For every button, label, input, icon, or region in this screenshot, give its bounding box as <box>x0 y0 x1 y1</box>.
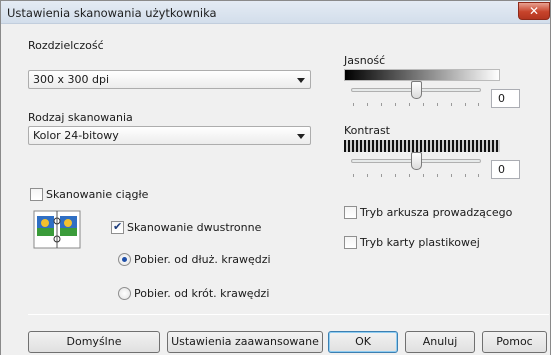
chevron-down-icon <box>297 78 305 83</box>
short-edge-radio[interactable] <box>118 287 131 300</box>
title-bar: Ustawienia skanowania użytkownika ✕ <box>1 1 550 24</box>
duplex-checkbox[interactable] <box>111 220 124 234</box>
resolution-label: Rozdzielczość <box>28 39 104 52</box>
long-edge-radio[interactable] <box>118 253 131 266</box>
continuous-scan-label: Skanowanie ciągłe <box>46 188 149 201</box>
short-edge-label: Pobier. od krót. krawędzi <box>134 287 270 300</box>
close-icon: ✕ <box>528 4 540 18</box>
brightness-label: Jasność <box>344 54 386 67</box>
carrier-sheet-checkbox[interactable] <box>344 206 357 219</box>
scan-type-value: Kolor 24-bitowy <box>33 129 119 142</box>
scan-type-select[interactable]: Kolor 24-bitowy <box>28 126 311 145</box>
dialog-content: Rozdzielczość 300 x 300 dpi Rodzaj skano… <box>1 25 550 355</box>
brightness-value: 0 <box>498 92 505 105</box>
brightness-slider-thumb[interactable] <box>411 81 422 99</box>
contrast-slider-thumb[interactable] <box>411 152 422 170</box>
duplex-book-icon <box>33 210 81 249</box>
chevron-down-icon <box>297 134 305 139</box>
duplex-label: Skanowanie dwustronne <box>127 221 262 234</box>
contrast-input[interactable]: 0 <box>491 160 520 179</box>
plastic-card-checkbox[interactable] <box>344 236 357 249</box>
carrier-sheet-label: Tryb arkusza prowadzącego <box>360 206 513 219</box>
resolution-select[interactable]: 300 x 300 dpi <box>28 70 311 89</box>
plastic-card-label: Tryb karty plastikowej <box>360 236 480 249</box>
continuous-scan-checkbox[interactable] <box>30 188 43 201</box>
contrast-value: 0 <box>498 163 505 176</box>
brightness-gradient <box>344 69 500 81</box>
contrast-pattern <box>344 140 500 152</box>
settings-dialog: Ustawienia skanowania użytkownika ✕ Rozd… <box>0 0 551 355</box>
brightness-input[interactable]: 0 <box>491 89 520 108</box>
dialog-title: Ustawienia skanowania użytkownika <box>7 6 217 20</box>
defaults-button[interactable]: Domyślne <box>28 331 160 353</box>
advanced-settings-button[interactable]: Ustawienia zaawansowane <box>167 331 323 353</box>
cancel-button[interactable]: Anuluj <box>405 331 475 353</box>
brightness-ticks <box>353 103 479 107</box>
resolution-value: 300 x 300 dpi <box>33 73 110 86</box>
help-button[interactable]: Pomoc <box>482 331 547 353</box>
divider <box>28 314 549 315</box>
contrast-label: Kontrast <box>344 124 390 137</box>
scan-type-label: Rodzaj skanowania <box>28 111 133 124</box>
contrast-ticks <box>353 174 479 178</box>
long-edge-label: Pobier. od dłuż. krawędzi <box>134 253 271 266</box>
ok-button[interactable]: OK <box>328 331 398 353</box>
close-button[interactable]: ✕ <box>518 2 550 20</box>
